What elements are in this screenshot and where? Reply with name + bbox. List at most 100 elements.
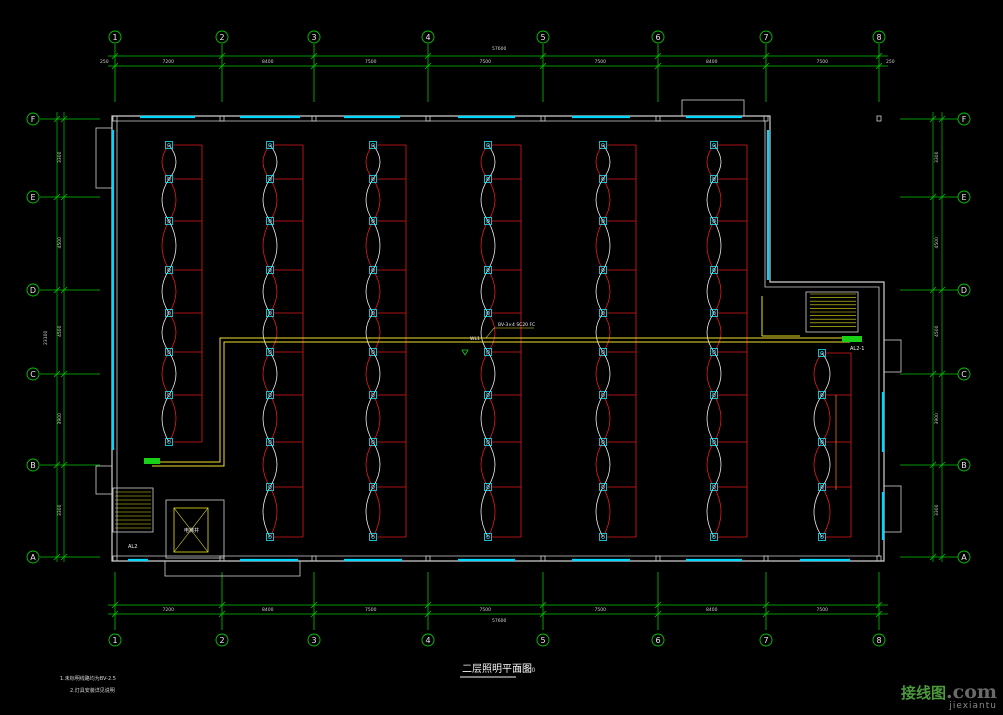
axis-bubble-col-8-bottom-label: 8 <box>876 636 881 645</box>
axis-bubble-row-D-left-label: D <box>30 286 36 295</box>
circuit-arc-red <box>365 144 381 314</box>
bay-bottom <box>164 560 301 577</box>
axis-bubble-col-4-top-label: 4 <box>425 33 430 42</box>
watermark-pinyin: jiexiantu <box>949 701 997 711</box>
circuit-arc-red <box>262 312 278 538</box>
circuit-arc-white <box>365 312 381 538</box>
axis-bubble-col-2-top-label: 2 <box>219 33 224 42</box>
axis-bubble-row-C-right-label: C <box>961 370 967 379</box>
dim-text-bottom: 7500 <box>817 607 829 613</box>
pier <box>540 555 546 562</box>
dim-text-top: 8400 <box>706 59 718 65</box>
drawing-note-1: 1.未标明线路均为BV-2.5 <box>60 675 116 682</box>
dim-text-top: 8400 <box>262 59 274 65</box>
circuit-arc-white <box>480 312 496 538</box>
circuit-arc-red <box>161 144 177 314</box>
axis-bubble-row-A-left-label: A <box>30 553 36 562</box>
circuit-arc-white <box>595 312 611 538</box>
axis-bubble-row-D-right-label: D <box>961 286 967 295</box>
axis-bubble-col-2-bottom-label: 2 <box>219 636 224 645</box>
axis-bubble-row-B-left-label: B <box>30 461 36 470</box>
axis-bubble-col-6-bottom-label: 6 <box>655 636 660 645</box>
circuit-arc-white <box>262 312 278 538</box>
circuit-arc-white <box>365 144 381 314</box>
feeder-main <box>152 337 850 463</box>
circuit-arc-white <box>595 144 611 314</box>
stair-elevator-core <box>112 291 859 559</box>
dim-text-left: 4500 <box>57 237 63 249</box>
dim-text-bottom: 7500 <box>595 607 607 613</box>
pier <box>311 555 317 562</box>
drawing-text: 二层照明平面图 1:100 1.未标明线路均为BV-2.5 2.灯具安装详见说明… <box>43 46 864 694</box>
dim-text-top: 7200 <box>163 59 175 65</box>
pier <box>876 115 882 122</box>
circuit-arc-red <box>595 144 611 314</box>
circuit-arc-red <box>813 352 831 538</box>
bay-left-top <box>95 127 113 189</box>
axis-bubble-col-3-top-label: 3 <box>311 33 316 42</box>
stair-left <box>112 487 154 533</box>
dim-text-bottom: 7500 <box>480 607 492 613</box>
watermark-cn: 接线图 <box>901 684 947 702</box>
elevator-label: 电梯井 <box>184 527 199 534</box>
panel-sub-label: AL2-1 <box>850 346 864 352</box>
pier <box>219 115 225 122</box>
dim-text-left: 4500 <box>57 325 63 337</box>
circuit-arc-white <box>706 144 722 314</box>
axis-bubble-col-1-top-label: 1 <box>112 33 117 42</box>
pier <box>540 115 546 122</box>
floor-plan-drawing: 7200 7200 8400 8400 7500 7500 7500 7500 7500 7500… <box>26 30 971 694</box>
bay-left-bottom <box>95 465 113 495</box>
circuit-arc-white <box>161 312 177 443</box>
feeder-label: BV-3×4 SC20 FC <box>498 322 535 328</box>
riser-symbol <box>461 349 469 356</box>
dim-text-bottom: 8400 <box>706 607 718 613</box>
dim-text-right: 3300 <box>934 504 940 516</box>
circuit-arc-red <box>365 312 381 538</box>
circuit-arc-red <box>706 312 722 538</box>
circuit-arc-red <box>480 144 496 314</box>
dim-left-total: 23100 <box>43 331 49 345</box>
circuit-arc-red <box>480 312 496 538</box>
feeder-main-2 <box>152 341 850 467</box>
dim-text-left: 3300 <box>57 151 63 163</box>
dim-text-top: 7500 <box>480 59 492 65</box>
circuit-arc-red <box>595 312 611 538</box>
dim-text-right: 3900 <box>934 413 940 425</box>
panel-al2 <box>144 458 160 464</box>
pier <box>425 555 431 562</box>
pier <box>219 555 225 562</box>
feeder-leader <box>485 327 495 339</box>
panel-main-label: AL2 <box>128 544 137 550</box>
pier <box>763 115 769 122</box>
dim-text-top: 7500 <box>365 59 377 65</box>
bay-top <box>681 99 745 117</box>
pier <box>763 555 769 562</box>
axis-bubble-col-5-top-label: 5 <box>540 33 545 42</box>
axis-bubble-row-B-right-label: B <box>961 461 967 470</box>
dim-bottom-total: 57600 <box>492 618 506 624</box>
pier <box>876 555 882 562</box>
axis-bubble-col-6-top-label: 6 <box>655 33 660 42</box>
dim-text-right: 4500 <box>934 237 940 249</box>
dim-text-edge: 250 <box>886 59 895 65</box>
axis-grid-lines <box>40 44 958 630</box>
axis-bubble-col-8-top-label: 8 <box>876 33 881 42</box>
axis-bubble-col-4-bottom-label: 4 <box>425 636 430 645</box>
drawing-scale: 1:100 <box>518 667 535 674</box>
axis-bubble-col-7-bottom-label: 7 <box>763 636 768 645</box>
drawing-note-2: 2.灯具安装详见说明 <box>70 687 115 694</box>
feeder-cable <box>144 327 862 467</box>
pier <box>112 555 118 562</box>
dim-text-bottom: 8400 <box>262 607 274 613</box>
feeder-tag-label: WL1 <box>470 336 480 342</box>
dim-text-bottom: 7200 <box>163 607 175 613</box>
axis-bubble-row-A-right-label: A <box>961 553 967 562</box>
circuit-arc-red <box>262 144 278 314</box>
axis-bubble-row-F-left-label: F <box>31 115 36 124</box>
circuit-arc-red <box>706 144 722 314</box>
watermark-com: .com <box>946 681 997 703</box>
axis-bubble-col-7-top-label: 7 <box>763 33 768 42</box>
site-watermark: 接线图.com jiexiantu <box>901 683 997 711</box>
circuit-arc-red <box>161 312 177 443</box>
